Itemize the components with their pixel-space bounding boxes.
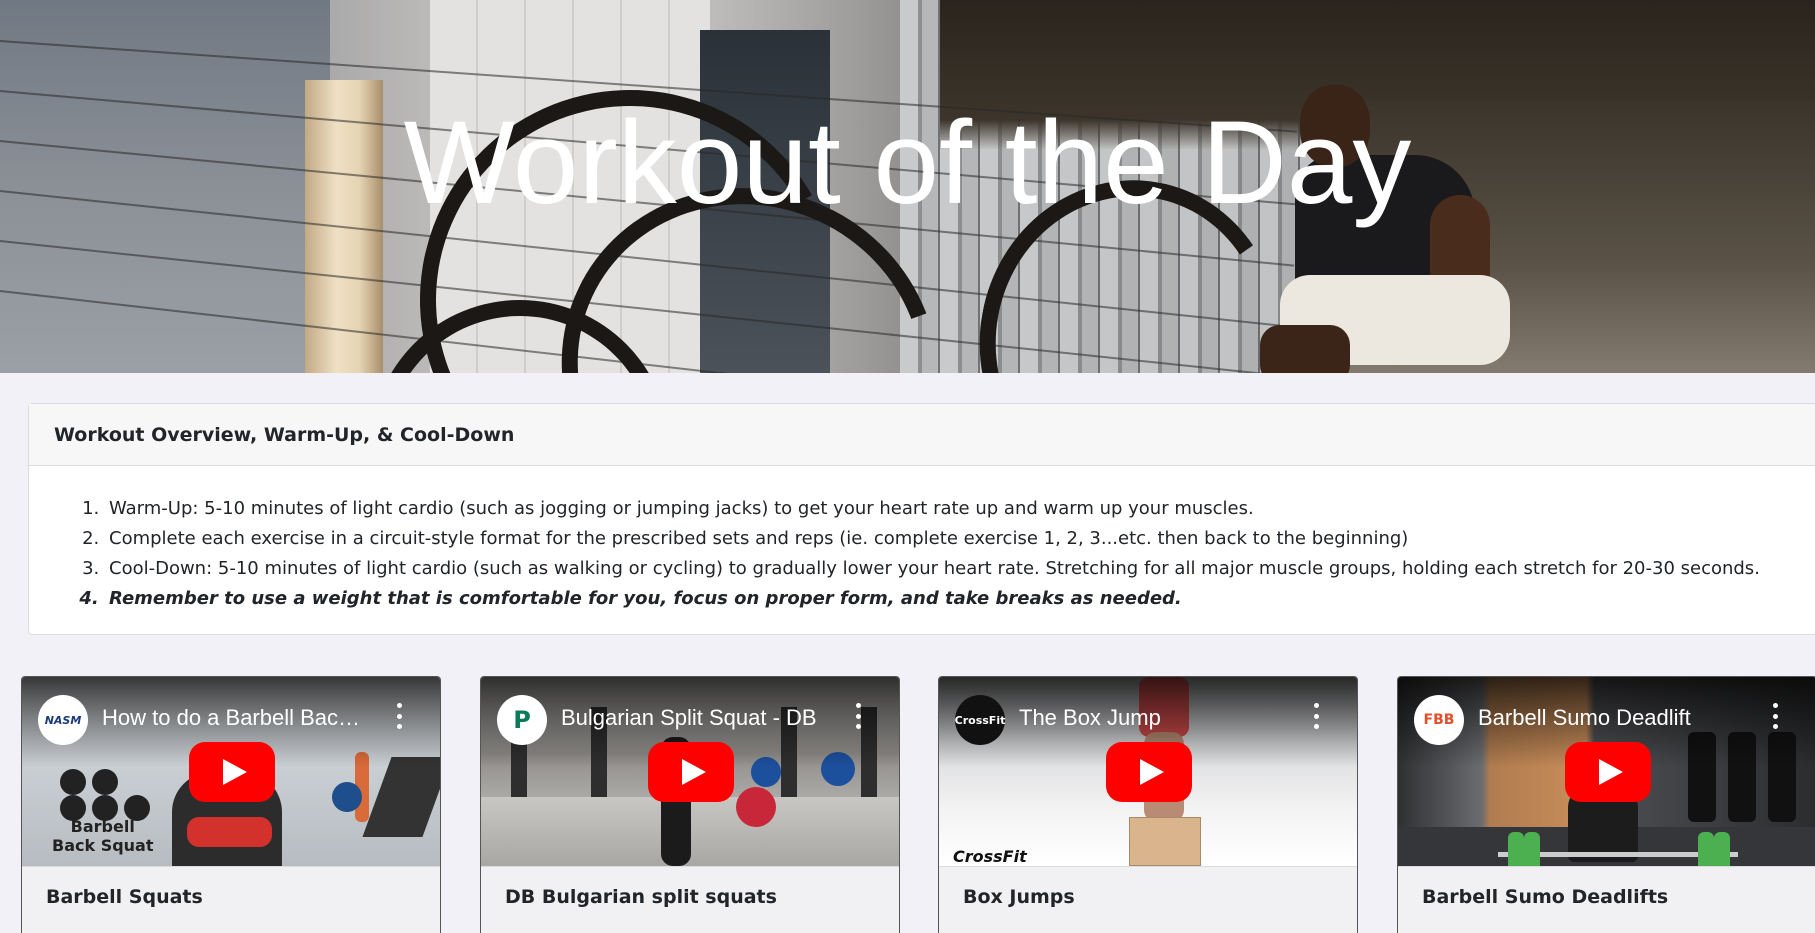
exercise-name: Box Jumps [939,866,1357,933]
hero-banner: Workout of the Day [0,0,1815,373]
overview-list: Warm-Up: 5-10 minutes of light cardio (s… [29,466,1815,614]
video-player[interactable]: P Bulgarian Split Squat - DB [481,677,899,866]
video-title[interactable]: Bulgarian Split Squat - DB [561,705,821,731]
play-icon[interactable] [648,742,734,802]
exercise-name: DB Bulgarian split squats [481,866,899,933]
exercise-name: Barbell Sumo Deadlifts [1398,866,1815,933]
video-title[interactable]: Barbell Sumo Deadlift [1478,705,1738,731]
exercise-card: Barbell Back Squat NASM How to do a Barbe… [21,676,441,933]
page-title: Workout of the Day [403,97,1412,229]
more-vert-icon[interactable] [855,703,861,729]
video-title[interactable]: How to do a Barbell Back Squat [102,705,362,731]
channel-avatar[interactable]: CrossFit [955,695,1005,745]
more-vert-icon[interactable] [1772,703,1778,729]
list-item: Warm-Up: 5-10 minutes of light cardio (s… [105,494,1815,524]
play-icon[interactable] [189,742,275,802]
play-icon[interactable] [1565,742,1651,802]
thumbnail-caption: CrossFit [953,847,1027,866]
channel-avatar[interactable]: NASM [38,695,88,745]
exercise-card: P Bulgarian Split Squat - DB DB Bulgaria… [480,676,900,933]
more-vert-icon[interactable] [1313,703,1319,729]
exercise-name: Barbell Squats [22,866,440,933]
channel-avatar[interactable]: P [497,695,547,745]
play-icon[interactable] [1106,742,1192,802]
video-player[interactable]: Barbell Back Squat NASM How to do a Barbe… [22,677,440,866]
more-vert-icon[interactable] [396,703,402,729]
workout-overview-card: Workout Overview, Warm-Up, & Cool-Down W… [28,403,1815,635]
thumbnail-caption: Barbell Back Squat [52,817,154,855]
exercise-card: FBB Barbell Sumo Deadlift Barbell Sumo D… [1397,676,1815,933]
video-title[interactable]: The Box Jump [1019,705,1279,731]
video-player[interactable]: CrossFit CrossFit The Box Jump [939,677,1357,866]
overview-heading: Workout Overview, Warm-Up, & Cool-Down [29,404,1815,466]
video-player[interactable]: FBB Barbell Sumo Deadlift [1398,677,1815,866]
exercise-card: CrossFit CrossFit The Box Jump Box Jumps [938,676,1358,933]
list-item: Cool-Down: 5-10 minutes of light cardio … [105,554,1815,584]
list-item: Complete each exercise in a circuit-styl… [105,524,1815,554]
list-item: Remember to use a weight that is comfort… [105,584,1815,614]
channel-avatar[interactable]: FBB [1414,695,1464,745]
